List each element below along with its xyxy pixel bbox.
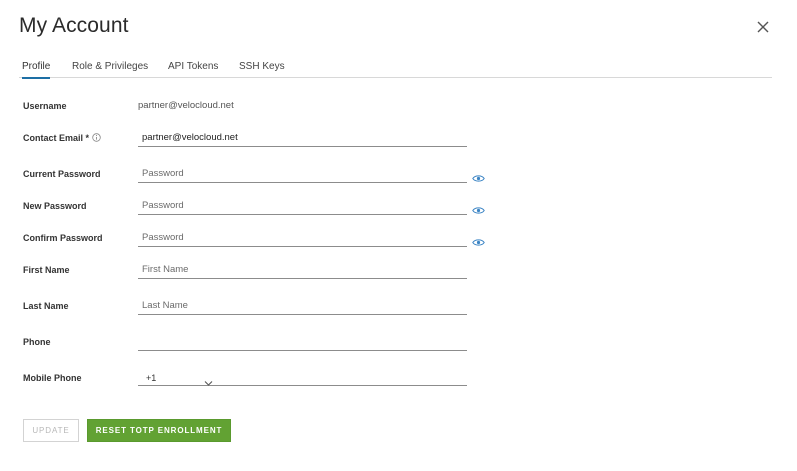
contact-email-field[interactable]	[138, 129, 467, 147]
current-password-field[interactable]	[138, 165, 467, 183]
contact-email-label-text: Contact Email *	[23, 133, 90, 143]
chevron-down-icon[interactable]	[204, 374, 213, 386]
mobile-phone-label: Mobile Phone	[23, 373, 82, 383]
tab-api-tokens[interactable]: API Tokens	[168, 56, 218, 78]
eye-icon[interactable]	[472, 202, 485, 214]
close-icon[interactable]	[755, 19, 771, 35]
mobile-phone-field[interactable]: +1	[138, 371, 467, 386]
new-password-label: New Password	[23, 201, 87, 211]
contact-email-label: Contact Email *	[23, 133, 101, 144]
tab-role-privileges[interactable]: Role & Privileges	[72, 56, 148, 78]
new-password-field[interactable]	[138, 197, 467, 215]
username-value: partner@velocloud.net	[138, 100, 234, 111]
my-account-dialog: My Account Profile Role & Privileges API…	[0, 0, 797, 471]
first-name-label: First Name	[23, 265, 70, 275]
last-name-field[interactable]	[138, 297, 467, 315]
tab-profile[interactable]: Profile	[22, 56, 51, 79]
current-password-label: Current Password	[23, 169, 101, 179]
tab-bar: Profile Role & Privileges API Tokens SSH…	[19, 56, 772, 79]
confirm-password-field[interactable]	[138, 229, 467, 247]
eye-icon[interactable]	[472, 234, 485, 246]
update-button[interactable]: UPDATE	[23, 419, 79, 442]
country-code-select[interactable]: +1	[146, 373, 156, 383]
first-name-field[interactable]	[138, 261, 467, 279]
confirm-password-label: Confirm Password	[23, 233, 103, 243]
eye-icon[interactable]	[472, 170, 485, 182]
dialog-title: My Account	[19, 14, 129, 37]
phone-field[interactable]	[138, 333, 467, 351]
phone-label: Phone	[23, 337, 51, 347]
last-name-label: Last Name	[23, 301, 69, 311]
reset-totp-enrollment-button[interactable]: RESET TOTP ENROLLMENT	[87, 419, 231, 442]
tab-ssh-keys[interactable]: SSH Keys	[239, 56, 285, 78]
username-label: Username	[23, 101, 67, 111]
info-icon[interactable]	[92, 133, 101, 144]
